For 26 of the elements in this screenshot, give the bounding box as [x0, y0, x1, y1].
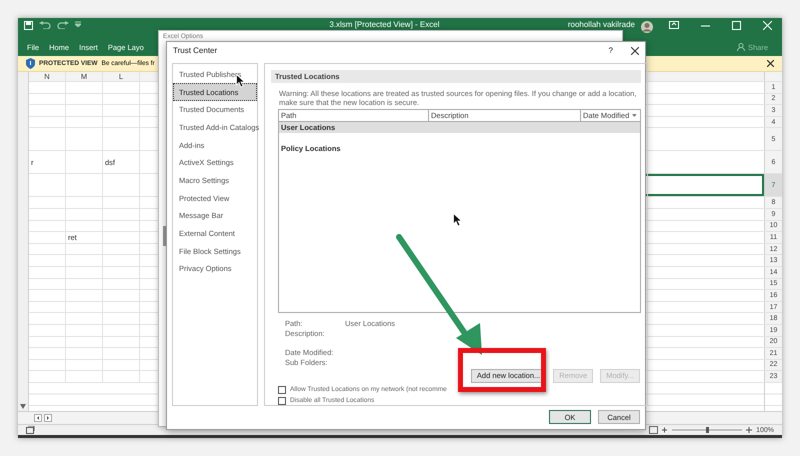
dialog-title: Trust Center — [173, 46, 218, 56]
macro-record-icon[interactable] — [26, 426, 35, 434]
redo-icon[interactable] — [57, 21, 69, 29]
close-icon[interactable] — [631, 46, 639, 55]
checkbox[interactable] — [278, 396, 286, 405]
scroll-left-icon[interactable] — [34, 414, 42, 422]
ribbon-display-icon[interactable] — [669, 21, 679, 29]
scroll-right-icon[interactable] — [44, 414, 52, 422]
dropdown-icon — [632, 114, 637, 117]
vertical-scrollbar[interactable] — [18, 72, 29, 411]
maximize-icon[interactable] — [732, 21, 741, 30]
customize-icon[interactable] — [75, 21, 81, 27]
page-layout-icon[interactable] — [649, 426, 658, 434]
avatar-icon — [641, 21, 653, 33]
pointer-cursor-icon — [453, 213, 462, 227]
checkbox[interactable] — [278, 386, 286, 394]
scroll-down-icon[interactable] — [20, 404, 26, 409]
zoom-slider-icon[interactable] — [662, 426, 752, 434]
close-icon[interactable] — [767, 60, 774, 67]
save-icon[interactable] — [24, 21, 33, 30]
person-icon — [736, 43, 745, 51]
undo-icon[interactable] — [39, 21, 51, 29]
user-name: roohollah vakilrade — [568, 20, 635, 29]
shield-icon — [26, 58, 35, 69]
help-button[interactable]: ? — [608, 46, 613, 56]
window-title: 3.xlsm [Protected View] - Excel — [328, 20, 440, 29]
